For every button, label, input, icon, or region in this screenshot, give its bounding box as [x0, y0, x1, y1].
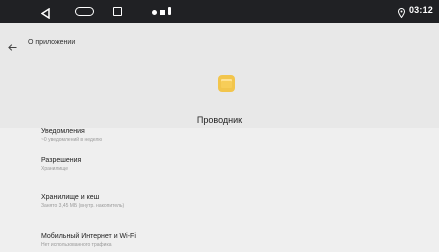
- app-info-header: О приложении Проводник: [0, 23, 439, 128]
- settings-item-title: Уведомления: [41, 128, 85, 135]
- nav-recent-icon[interactable]: [113, 7, 122, 16]
- settings-item-notifications[interactable]: Уведомления ~0 уведомлений в неделю: [41, 128, 401, 143]
- settings-item-mobile-data[interactable]: Мобильный Интернет и Wi-Fi Нет использов…: [41, 233, 401, 248]
- settings-item-subtitle: Занято 3,45 МБ (внутр. накопитель): [41, 203, 125, 209]
- settings-item-title: Разрешения: [41, 157, 82, 164]
- folder-icon: [218, 75, 235, 92]
- location-icon: [397, 5, 406, 23]
- clock: 03:12: [408, 5, 433, 15]
- page-title: О приложении: [28, 39, 76, 46]
- settings-item-subtitle: Нет использованного трафика: [41, 242, 112, 248]
- settings-item-title: Хранилище и кеш: [41, 194, 100, 201]
- app-name: Проводник: [196, 115, 243, 125]
- nav-back-icon[interactable]: [40, 6, 50, 24]
- notification-icons: [152, 7, 171, 15]
- settings-item-subtitle: Хранилище: [41, 166, 68, 172]
- back-arrow-icon[interactable]: [8, 38, 17, 56]
- settings-item-storage[interactable]: Хранилище и кеш Занято 3,45 МБ (внутр. н…: [41, 194, 401, 209]
- settings-item-title: Мобильный Интернет и Wi-Fi: [41, 233, 136, 240]
- settings-item-subtitle: ~0 уведомлений в неделю: [41, 137, 103, 143]
- settings-item-permissions[interactable]: Разрешения Хранилище: [41, 157, 401, 172]
- nav-home-icon[interactable]: [75, 7, 94, 16]
- status-bar: 03:12: [0, 0, 439, 23]
